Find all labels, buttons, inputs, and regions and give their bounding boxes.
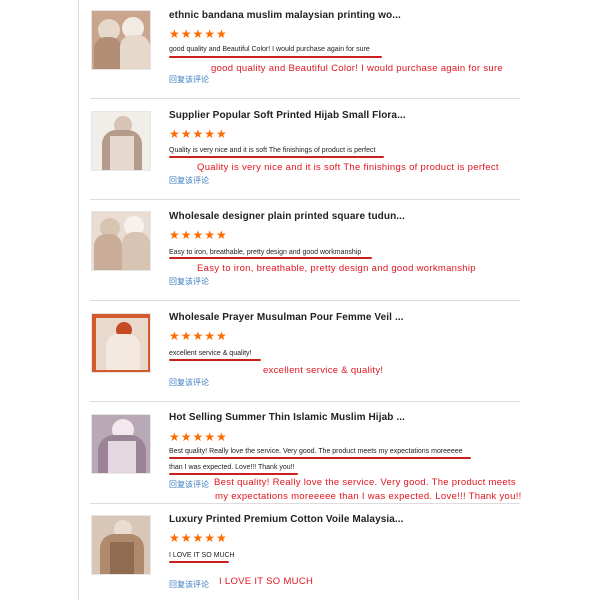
review-comment: Easy to iron, breathable, pretty design … [169, 249, 362, 256]
product-title[interactable]: Supplier Popular Soft Printed Hijab Smal… [169, 110, 406, 121]
product-title[interactable]: Luxury Printed Premium Cotton Voile Mala… [169, 514, 404, 525]
review-comment: I LOVE IT SO MUCH [169, 552, 235, 559]
review-comment: Best quality! Really love the service. V… [169, 448, 463, 455]
product-thumbnail[interactable] [91, 515, 151, 575]
rating-stars: ★★★★★ [169, 430, 228, 444]
translation-annotation: excellent service & quality! [263, 365, 384, 376]
rating-stars: ★★★★★ [169, 27, 228, 41]
product-title[interactable]: Wholesale Prayer Musulman Pour Femme Vei… [169, 312, 404, 323]
page-left-border [78, 0, 79, 600]
comment-underline [169, 457, 471, 459]
product-title[interactable]: ethnic bandana muslim malaysian printing… [169, 10, 401, 21]
product-thumbnail[interactable] [91, 211, 151, 271]
comment-underline [169, 257, 372, 259]
review-comment: excellent service & quality! [169, 350, 252, 357]
product-thumbnail[interactable] [91, 313, 151, 373]
comment-underline [169, 156, 384, 158]
translation-annotation: Best quality! Really love the service. V… [214, 477, 516, 488]
rating-stars: ★★★★★ [169, 329, 228, 343]
translation-annotation-continued: my expectations moreeeee than I was expe… [215, 491, 522, 502]
reply-link[interactable]: 回复该评论 [169, 175, 209, 186]
product-thumbnail[interactable] [91, 10, 151, 70]
review-item: Wholesale designer plain printed square … [80, 200, 520, 300]
review-item: Hot Selling Summer Thin Islamic Muslim H… [80, 402, 522, 502]
reply-link[interactable]: 回复该评论 [169, 276, 209, 287]
review-item: Luxury Printed Premium Cotton Voile Mala… [80, 504, 520, 600]
reply-link[interactable]: 回复该评论 [169, 74, 209, 85]
review-comment: good quality and Beautiful Color! I woul… [169, 46, 370, 53]
comment-underline [169, 56, 382, 58]
review-comment: Quality is very nice and it is soft The … [169, 147, 376, 154]
product-thumbnail[interactable] [91, 111, 151, 171]
comment-underline [169, 561, 229, 563]
product-thumbnail[interactable] [91, 414, 151, 474]
review-comment-continued: than I was expected. Love!!! Thank you!! [169, 464, 295, 471]
rating-stars: ★★★★★ [169, 127, 228, 141]
translation-annotation: Easy to iron, breathable, pretty design … [197, 263, 476, 274]
translation-annotation: I LOVE IT SO MUCH [219, 576, 314, 587]
translation-annotation: Quality is very nice and it is soft The … [197, 162, 499, 173]
reply-link[interactable]: 回复该评论 [169, 479, 209, 490]
reply-link[interactable]: 回复该评论 [169, 377, 209, 388]
review-item: Wholesale Prayer Musulman Pour Femme Vei… [80, 301, 520, 401]
product-title[interactable]: Wholesale designer plain printed square … [169, 211, 405, 222]
rating-stars: ★★★★★ [169, 531, 228, 545]
review-item: ethnic bandana muslim malaysian printing… [80, 0, 520, 98]
comment-underline [169, 359, 261, 361]
translation-annotation: good quality and Beautiful Color! I woul… [211, 63, 504, 74]
review-item: Supplier Popular Soft Printed Hijab Smal… [80, 99, 520, 200]
comment-underline [169, 473, 298, 475]
rating-stars: ★★★★★ [169, 228, 228, 242]
reply-link[interactable]: 回复该评论 [169, 579, 209, 590]
product-title[interactable]: Hot Selling Summer Thin Islamic Muslim H… [169, 412, 405, 423]
